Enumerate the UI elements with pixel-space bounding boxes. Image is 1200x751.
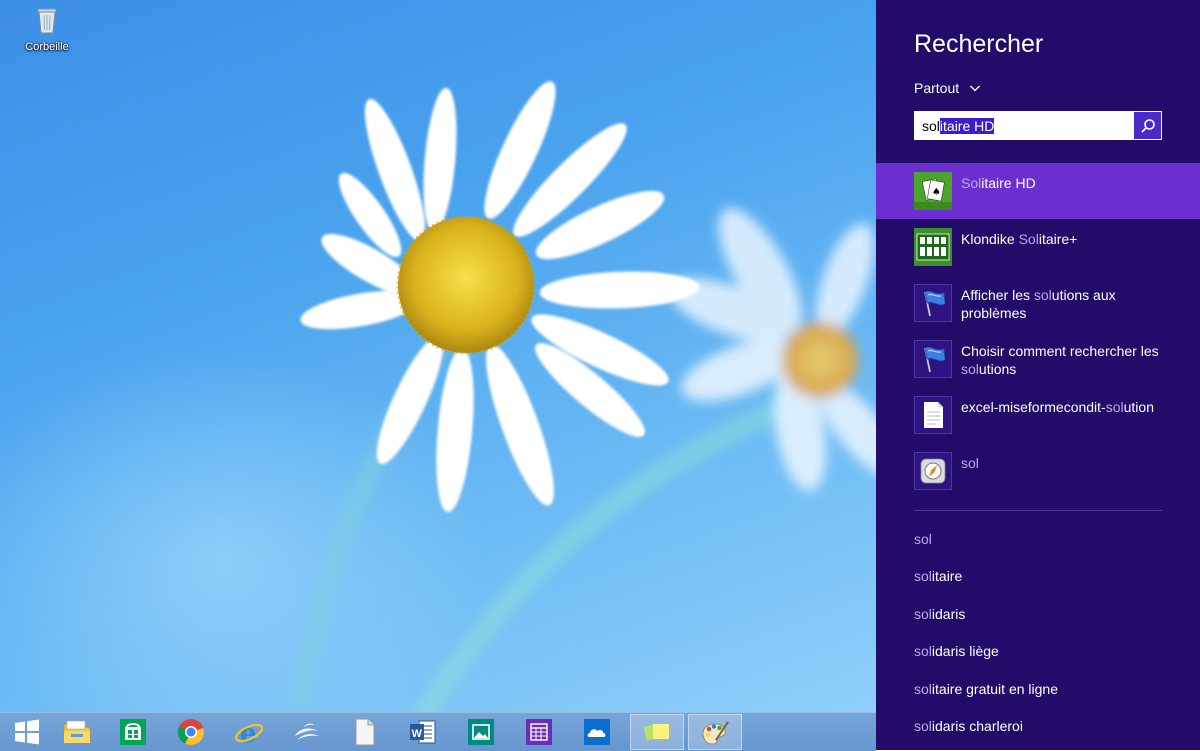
search-suggestion[interactable]: solidaris charleroi (914, 718, 1023, 734)
taskbar-file-explorer[interactable] (50, 714, 104, 750)
search-result-excel-document[interactable]: excel-miseformecondit-solution (876, 387, 1200, 443)
taskbar-openoffice[interactable] (280, 714, 334, 750)
results-divider (914, 510, 1162, 511)
search-icon (1140, 118, 1155, 133)
search-charm-panel: Rechercher Partout sol itaire HD ♠ Solita… (876, 0, 1200, 750)
onedrive-icon (584, 719, 610, 745)
search-query-autocomplete: itaire HD (939, 117, 995, 134)
search-suggestion[interactable]: solidaris (914, 606, 965, 622)
search-result-solitaire-hd[interactable]: ♠ Solitaire HD (876, 163, 1200, 219)
file-explorer-icon (63, 720, 91, 744)
search-result-label: Choisir comment rechercher les solutions (961, 343, 1159, 377)
recycle-bin-icon (37, 8, 57, 34)
search-result-sol[interactable]: sol (876, 443, 1200, 499)
document-icon (914, 396, 952, 434)
start-button[interactable] (0, 714, 54, 750)
internet-explorer-icon: e (234, 719, 264, 746)
taskbar-libreoffice[interactable] (338, 714, 392, 750)
chevron-down-icon (970, 85, 981, 92)
sticky-notes-icon (643, 723, 669, 741)
openoffice-icon (295, 723, 319, 740)
search-result-label: excel-miseformecondit-solution (961, 399, 1154, 415)
search-result-label: sol (961, 455, 979, 471)
photos-icon (468, 719, 494, 745)
taskbar-paint[interactable] (688, 714, 742, 750)
search-scope-dropdown[interactable]: Partout (914, 80, 981, 96)
search-suggestion[interactable]: solitaire (914, 568, 962, 584)
klondike-solitaire-icon (914, 228, 952, 266)
search-input[interactable]: sol itaire HD (914, 111, 1134, 140)
search-submit-button[interactable] (1134, 112, 1161, 139)
search-result-afficher-solutions[interactable]: Afficher les solutions aux problèmes (876, 275, 1200, 331)
search-result-choisir-rechercher-solutions[interactable]: Choisir comment rechercher les solutions (876, 331, 1200, 387)
paint-icon (702, 721, 729, 745)
chrome-icon (177, 719, 204, 746)
taskbar: e W (0, 712, 876, 751)
taskbar-internet-explorer[interactable]: e (222, 714, 276, 750)
store-icon (120, 719, 146, 745)
taskbar-onedrive[interactable] (570, 714, 624, 750)
daisy-wallpaper (290, 81, 876, 712)
search-query-typed: sol (922, 117, 940, 134)
libreoffice-icon (355, 718, 375, 746)
search-suggestion[interactable]: solitaire gratuit en ligne (914, 681, 1058, 697)
svg-text:♠: ♠ (932, 187, 941, 198)
taskbar-word[interactable]: W (396, 714, 450, 750)
compass-app-icon (914, 452, 952, 490)
word-icon: W (410, 720, 436, 744)
taskbar-chrome[interactable] (164, 714, 218, 750)
desktop-wallpaper: Corbeille (0, 0, 876, 712)
desktop-icon-recycle-bin[interactable]: Corbeille (18, 6, 76, 53)
search-result-label: Solitaire HD (961, 175, 1036, 191)
start-icon (15, 719, 39, 745)
search-panel-title: Rechercher (914, 30, 1044, 58)
search-box: sol itaire HD (914, 111, 1162, 140)
search-result-klondike-solitaire[interactable]: Klondike Solitaire+ (876, 219, 1200, 275)
search-suggestion[interactable]: solidaris liège (914, 643, 999, 659)
solitaire-hd-icon: ♠ (914, 172, 952, 210)
action-center-flag-icon (914, 284, 952, 322)
calendar-icon (526, 719, 552, 745)
search-scope-label: Partout (914, 80, 960, 96)
action-center-flag-icon (914, 340, 952, 378)
taskbar-calendar[interactable] (512, 714, 566, 750)
search-result-label: Afficher les solutions aux problèmes (961, 287, 1116, 321)
search-suggestion[interactable]: sol (914, 531, 932, 547)
search-result-label: Klondike Solitaire+ (961, 231, 1078, 247)
taskbar-photos[interactable] (454, 714, 508, 750)
svg-text:W: W (412, 728, 423, 740)
taskbar-sticky-notes[interactable] (630, 714, 684, 750)
taskbar-store[interactable] (106, 714, 160, 750)
recycle-bin-label: Corbeille (25, 41, 69, 53)
